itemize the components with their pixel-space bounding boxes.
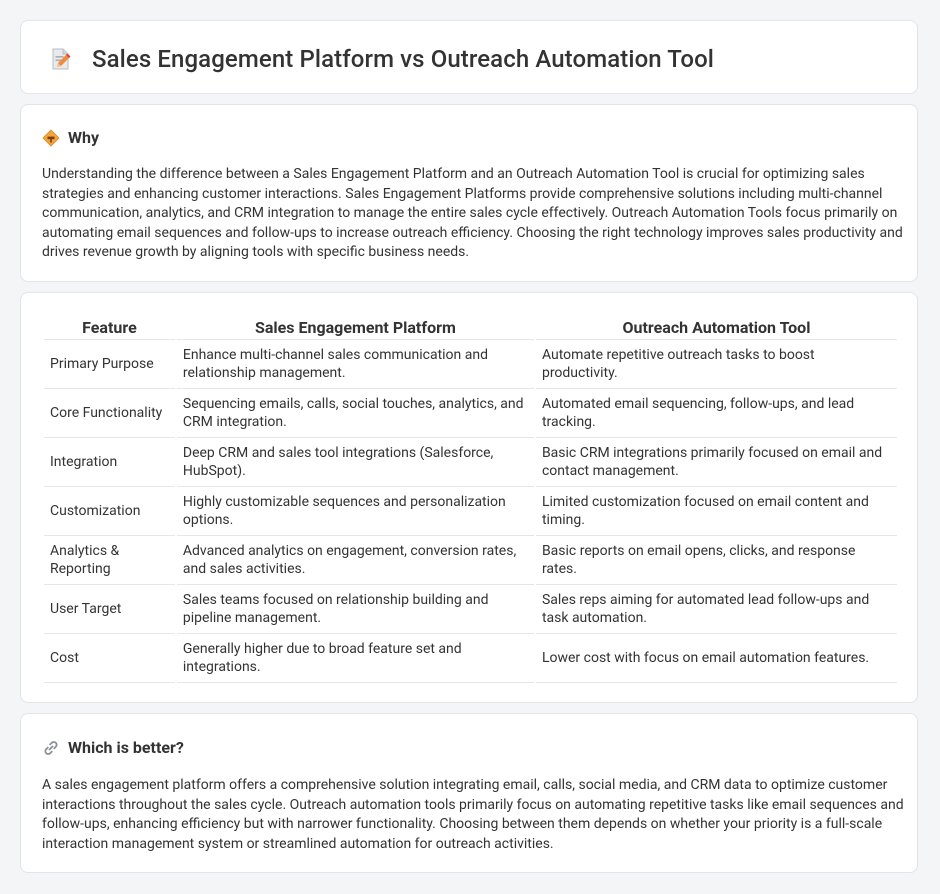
platform-cell: Deep CRM and sales tool integrations (Sa… (176, 438, 534, 487)
platform-cell: Generally higher due to broad feature se… (176, 634, 534, 683)
platform-cell: Sales teams focused on relationship buil… (176, 585, 534, 634)
feature-cell: Integration (44, 438, 175, 487)
platform-cell: Sequencing emails, calls, social touches… (176, 389, 534, 438)
table-row: Core Functionality Sequencing emails, ca… (44, 389, 897, 438)
table-header-row: Feature Sales Engagement Platform Outrea… (44, 313, 897, 340)
why-section: Why Understanding the difference between… (20, 104, 918, 282)
tool-cell: Limited customization focused on email c… (535, 487, 897, 536)
feature-cell: Customization (44, 487, 175, 536)
feature-cell: Cost (44, 634, 175, 683)
table-row: Primary Purpose Enhance multi-channel sa… (44, 340, 897, 389)
feature-cell: Primary Purpose (44, 340, 175, 389)
header-feature: Feature (44, 313, 175, 340)
table-row: User Target Sales teams focused on relat… (44, 585, 897, 634)
why-heading: Why (68, 128, 100, 147)
feature-cell: User Target (44, 585, 175, 634)
why-text: Understanding the difference between a S… (42, 166, 903, 260)
tool-cell: Basic CRM integrations primarily focused… (535, 438, 897, 487)
tool-cell: Basic reports on email opens, clicks, an… (535, 536, 897, 585)
tool-cell: Lower cost with focus on email automatio… (535, 634, 897, 683)
better-heading: Which is better? (68, 738, 184, 757)
feature-cell: Core Functionality (44, 389, 175, 438)
table-row: Integration Deep CRM and sales tool inte… (44, 438, 897, 487)
document-edit-icon (52, 48, 71, 70)
title-card: Sales Engagement Platform vs Outreach Au… (20, 20, 918, 94)
table-row: Analytics & Reporting Advanced analytics… (44, 536, 897, 585)
which-is-better-section: Which is better? A sales engagement plat… (20, 713, 918, 873)
platform-cell: Enhance multi-channel sales communicatio… (176, 340, 534, 389)
tool-cell: Automate repetitive outreach tasks to bo… (535, 340, 897, 389)
platform-cell: Advanced analytics on engagement, conver… (176, 536, 534, 585)
tool-cell: Automated email sequencing, follow-ups, … (535, 389, 897, 438)
header-outreach-automation-tool: Outreach Automation Tool (535, 313, 897, 340)
feature-cell: Analytics & Reporting (44, 536, 175, 585)
header-sales-engagement-platform: Sales Engagement Platform (176, 313, 534, 340)
link-icon (44, 740, 58, 755)
tool-cell: Sales reps aiming for automated lead fol… (535, 585, 897, 634)
page-title: Sales Engagement Platform vs Outreach Au… (92, 45, 714, 73)
diamond-signpost-icon (42, 128, 60, 147)
table-row: Cost Generally higher due to broad featu… (44, 634, 897, 683)
table-row: Customization Highly customizable sequen… (44, 487, 897, 536)
comparison-card: Feature Sales Engagement Platform Outrea… (20, 292, 918, 703)
platform-cell: Highly customizable sequences and person… (176, 487, 534, 536)
comparison-table: Feature Sales Engagement Platform Outrea… (42, 313, 899, 683)
better-text: A sales engagement platform offers a com… (42, 777, 904, 852)
